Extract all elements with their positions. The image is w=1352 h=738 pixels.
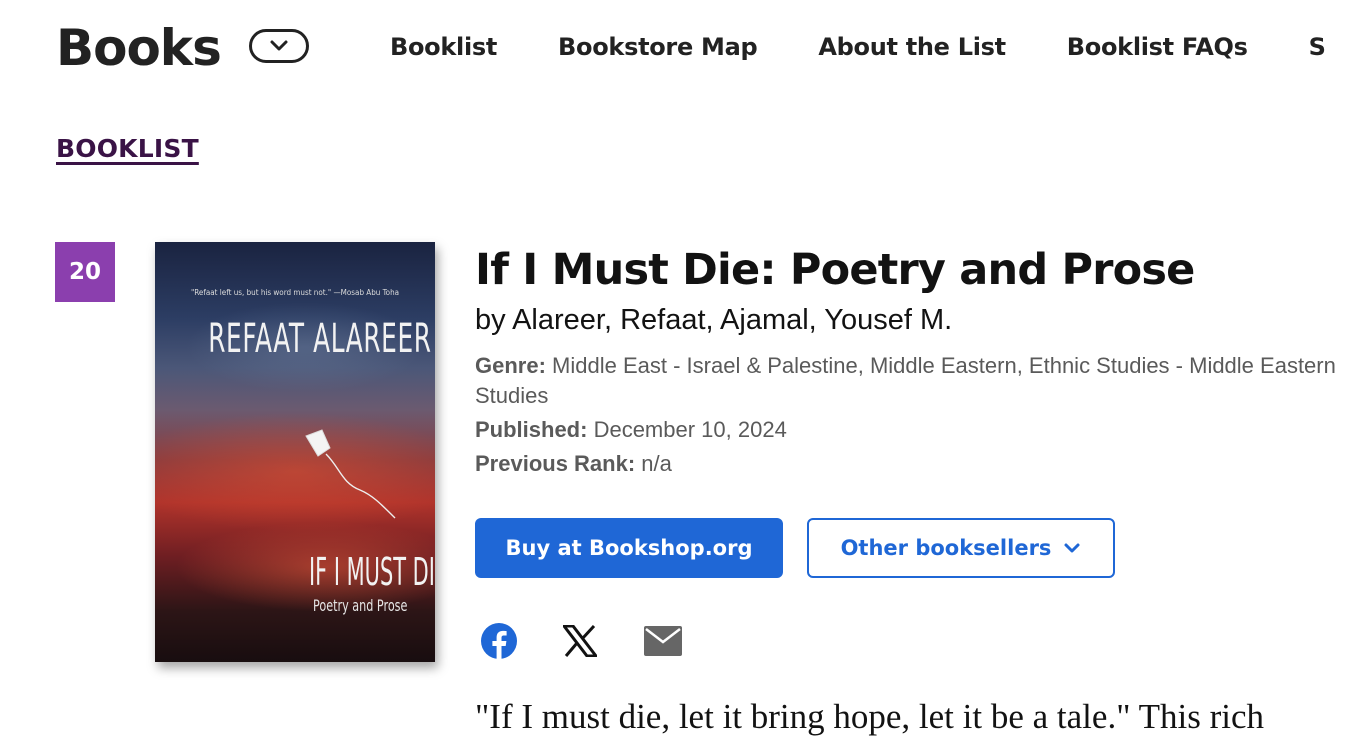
kite-icon: [305, 429, 396, 519]
previous-rank-label: Previous Rank:: [475, 451, 636, 476]
chevron-down-icon: [1063, 542, 1081, 554]
share-facebook-button[interactable]: [480, 622, 518, 660]
previous-rank-value: n/a: [641, 451, 672, 476]
nav-bookstore-map[interactable]: Bookstore Map: [558, 30, 758, 64]
published-value: December 10, 2024: [593, 417, 787, 442]
share-email-button[interactable]: [643, 622, 683, 660]
published-label: Published:: [475, 417, 588, 442]
book-cover[interactable]: "Refaat left us, but his word must not."…: [155, 242, 435, 662]
genre-value: Middle East - Israel & Palestine, Middle…: [475, 353, 1336, 408]
buy-bookshop-label: Buy at Bookshop.org: [505, 536, 753, 560]
chevron-down-icon: [270, 40, 288, 51]
other-booksellers-label: Other booksellers: [840, 536, 1052, 560]
nav-about-the-list[interactable]: About the List: [818, 30, 1006, 64]
book-published: Published: December 10, 2024: [475, 415, 1345, 445]
nav-booklist[interactable]: Booklist: [390, 30, 497, 64]
site-header: Books Booklist Bookstore Map About the L…: [0, 0, 1352, 96]
book-title: If I Must Die: Poetry and Prose: [475, 245, 1195, 295]
genre-label: Genre:: [475, 353, 546, 378]
cover-quote: "Refaat left us, but his word must not."…: [190, 288, 400, 297]
other-booksellers-button[interactable]: Other booksellers: [807, 518, 1115, 578]
buy-bookshop-button[interactable]: Buy at Bookshop.org: [475, 518, 783, 578]
share-x-button[interactable]: [562, 622, 598, 660]
main-nav: Booklist Bookstore Map About the List Bo…: [390, 30, 1352, 64]
book-description: "If I must die, let it bring hope, let i…: [475, 697, 1264, 736]
nav-booklist-faqs[interactable]: Booklist FAQs: [1067, 30, 1248, 64]
breadcrumb-booklist[interactable]: BOOKLIST: [56, 134, 199, 163]
facebook-icon: [481, 623, 517, 660]
x-icon: [563, 625, 597, 657]
nav-item-truncated[interactable]: S: [1309, 30, 1326, 64]
book-genre: Genre: Middle East - Israel & Palestine,…: [475, 351, 1345, 411]
cover-title: IF I MUST DIE: [309, 550, 435, 594]
site-title[interactable]: Books: [56, 18, 222, 78]
book-previous-rank: Previous Rank: n/a: [475, 449, 1345, 479]
cover-subtitle: Poetry and Prose: [313, 596, 408, 615]
email-icon: [644, 626, 682, 656]
rank-badge: 20: [55, 242, 115, 302]
cover-author: REFAAT ALAREER: [208, 316, 432, 362]
menu-toggle-button[interactable]: [249, 29, 309, 63]
book-author: by Alareer, Refaat, Ajamal, Yousef M.: [475, 304, 953, 336]
